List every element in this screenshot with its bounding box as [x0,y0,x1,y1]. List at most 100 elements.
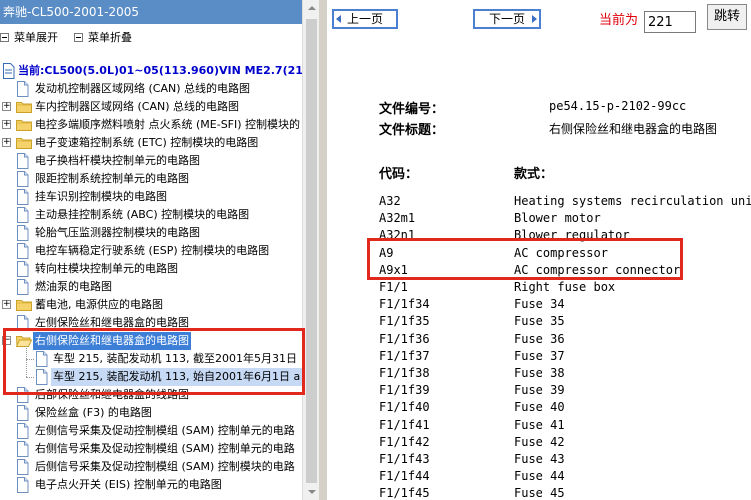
tree-item[interactable]: 右侧信号采集及促动控制模组 (SAM) 控制单元的电路 [0,440,296,458]
tree-item[interactable]: 转向柱模块控制单元的电路图 [0,260,296,278]
expand-menu-button[interactable]: 菜单展开 [0,28,58,48]
document-icon [16,405,29,421]
tree-item[interactable]: 车型 215, 装配发动机 113, 截至2001年5月31日 [0,350,297,368]
tree-pane: 奔驰-CL500-2001-2005 菜单展开 菜单折叠 当前:CL500(5.… [0,0,302,500]
component-description: Fuse 44 [514,469,565,483]
document-icon [16,189,29,205]
tree-item[interactable]: 后部保险丝和继电器盒的线路图 [0,386,296,404]
tree-item[interactable]: 左侧信号采集及促动控制模组 (SAM) 控制单元的电路 [0,422,296,440]
tree-item-label: 主动悬挂控制系统 (ABC) 控制模块的电路图 [35,208,250,221]
tree-item[interactable]: 发动机控制器区域网络 (CAN) 总线的电路图 [0,80,296,98]
component-description: Fuse 41 [514,418,565,432]
tree-item-label: 发动机控制器区域网络 (CAN) 总线的电路图 [35,82,251,95]
component-description: AC compressor [514,246,608,260]
left-arrow-icon [336,15,341,23]
prev-page-label: 上一页 [346,12,383,26]
expand-node-icon[interactable]: + [2,138,11,147]
expand-node-icon[interactable]: + [2,120,11,129]
tree-item[interactable]: 轮胎气压监测器控制模块的电路图 [0,224,296,242]
tree-item[interactable]: − 右侧保险丝和继电器盒的电路图 [0,332,296,350]
component-description: Right fuse box [514,280,616,294]
tree-item-label: 电控多端顺序燃料喷射 点火系统 (ME-SFI) 控制模块的 [35,118,301,131]
file-number-value: pe54.15-p-2102-99cc [549,99,687,113]
page-label: 当前为 [599,13,639,28]
tree-item[interactable]: 保险丝盒 (F3) 的电路图 [0,404,296,422]
tree-title: 奔驰-CL500-2001-2005 [0,0,302,24]
document-icon [16,387,29,403]
component-code: F1/1f39 [379,383,430,397]
expand-node-icon[interactable]: + [2,300,11,309]
tree-item-label: 电控车辆稳定行驶系统 (ESP) 控制模块的电路图 [35,244,270,257]
scroll-up-icon[interactable] [303,0,320,17]
tree-item[interactable]: + 电子变速箱控制系统 (ETC) 控制模块的电路图 [0,134,296,152]
component-code: F1/1f43 [379,452,430,466]
tree-item[interactable]: 后侧信号采集及促动控制模组 (SAM) 控制模块的电路 [0,458,296,476]
collapse-menu-button[interactable]: 菜单折叠 [74,28,132,48]
tree-item-label: 右侧保险丝和继电器盒的电路图 [33,332,191,350]
document-icon [2,63,15,79]
page-number-input[interactable] [644,11,696,33]
tree-item[interactable]: 电控车辆稳定行驶系统 (ESP) 控制模块的电路图 [0,242,296,260]
tree-item-label: 电子点火开关 (EIS) 控制单元的电路图 [35,478,222,491]
component-description: Fuse 36 [514,332,565,346]
tree-item-label: 右侧信号采集及促动控制模组 (SAM) 控制单元的电路 [35,442,295,455]
expand-menu-label: 菜单展开 [14,31,58,44]
component-code: F1/1f40 [379,400,430,414]
tree-item-label: 燃油泵的电路图 [35,280,112,293]
component-code: F1/1 [379,280,408,294]
folder-icon [16,101,32,113]
file-title-value: 右侧保险丝和继电器盒的电路图 [549,122,718,136]
code-column-header: 代码： [379,167,419,182]
scroll-thumb[interactable] [306,19,317,487]
scroll-down-icon[interactable] [303,483,320,500]
tree-item[interactable]: 当前:CL500(5.0L)01~05(113.960)VIN ME2.7(21… [0,62,302,80]
tree-item[interactable]: + 车内控制器区域网络 (CAN) 总线的电路图 [0,98,296,116]
tree-item[interactable]: 限距控制系统控制单元的电路图 [0,170,296,188]
expand-node-icon[interactable]: + [2,102,11,111]
document-icon [16,459,29,475]
folder-icon [16,119,32,131]
next-page-button[interactable]: 下一页 [473,9,541,29]
tree-item[interactable]: 电子点火开关 (EIS) 控制单元的电路图 [0,476,296,494]
tree-item[interactable]: 燃油泵的电路图 [0,278,296,296]
document-icon [16,153,29,169]
component-code: F1/1f35 [379,314,430,328]
jump-button[interactable]: 跳转 [707,4,747,30]
right-arrow-icon [532,15,537,23]
component-description: Fuse 45 [514,486,565,500]
component-code: F1/1f36 [379,332,430,346]
tree-item-label: 转向柱模块控制单元的电路图 [35,262,178,275]
prev-page-button[interactable]: 上一页 [332,9,398,29]
document-icon [16,441,29,457]
tree-item-label: 电子变速箱控制系统 (ETC) 控制模块的电路图 [35,136,259,149]
component-description: AC compressor connector [514,263,681,277]
component-description: Blower motor [514,211,601,225]
tree-item[interactable]: 左侧保险丝和继电器盒的电路图 [0,314,296,332]
component-description: Fuse 40 [514,400,565,414]
tree-item-label: 当前:CL500(5.0L)01~05(113.960)VIN ME2.7(21… [18,64,302,77]
document-icon [16,423,29,439]
tree-connector [26,359,34,360]
folder-icon [16,137,32,149]
tree-item-label: 左侧保险丝和继电器盒的电路图 [35,316,189,329]
tree-item-label: 车型 215, 装配发动机 113, 截至2001年5月31日 [53,352,297,365]
document-icon [16,243,29,259]
tree-scrollbar[interactable] [302,0,320,500]
component-description: Fuse 37 [514,349,565,363]
pane-splitter[interactable] [319,0,327,500]
document-icon [16,261,29,277]
description-column-header: 款式： [514,167,554,182]
tree-item[interactable]: + 蓄电池, 电源供应的电路图 [0,296,296,314]
tree-item[interactable]: 电子换档杆模块控制单元的电路图 [0,152,296,170]
component-description: Fuse 34 [514,297,565,311]
document-icon [16,315,29,331]
tree-item[interactable]: 主动悬挂控制系统 (ABC) 控制模块的电路图 [0,206,296,224]
component-code: F1/1f34 [379,297,430,311]
component-description: Blower regulator [514,228,630,242]
tree-item[interactable]: 挂车识别控制模块的电路图 [0,188,296,206]
tree-item[interactable]: 车型 215, 装配发动机 113, 始自2001年6月1日 a [0,368,302,386]
collapse-node-icon[interactable]: − [2,336,11,345]
component-description: Fuse 38 [514,366,565,380]
tree-item-label: 挂车识别控制模块的电路图 [35,190,167,203]
tree-item[interactable]: + 电控多端顺序燃料喷射 点火系统 (ME-SFI) 控制模块的 [0,116,300,134]
